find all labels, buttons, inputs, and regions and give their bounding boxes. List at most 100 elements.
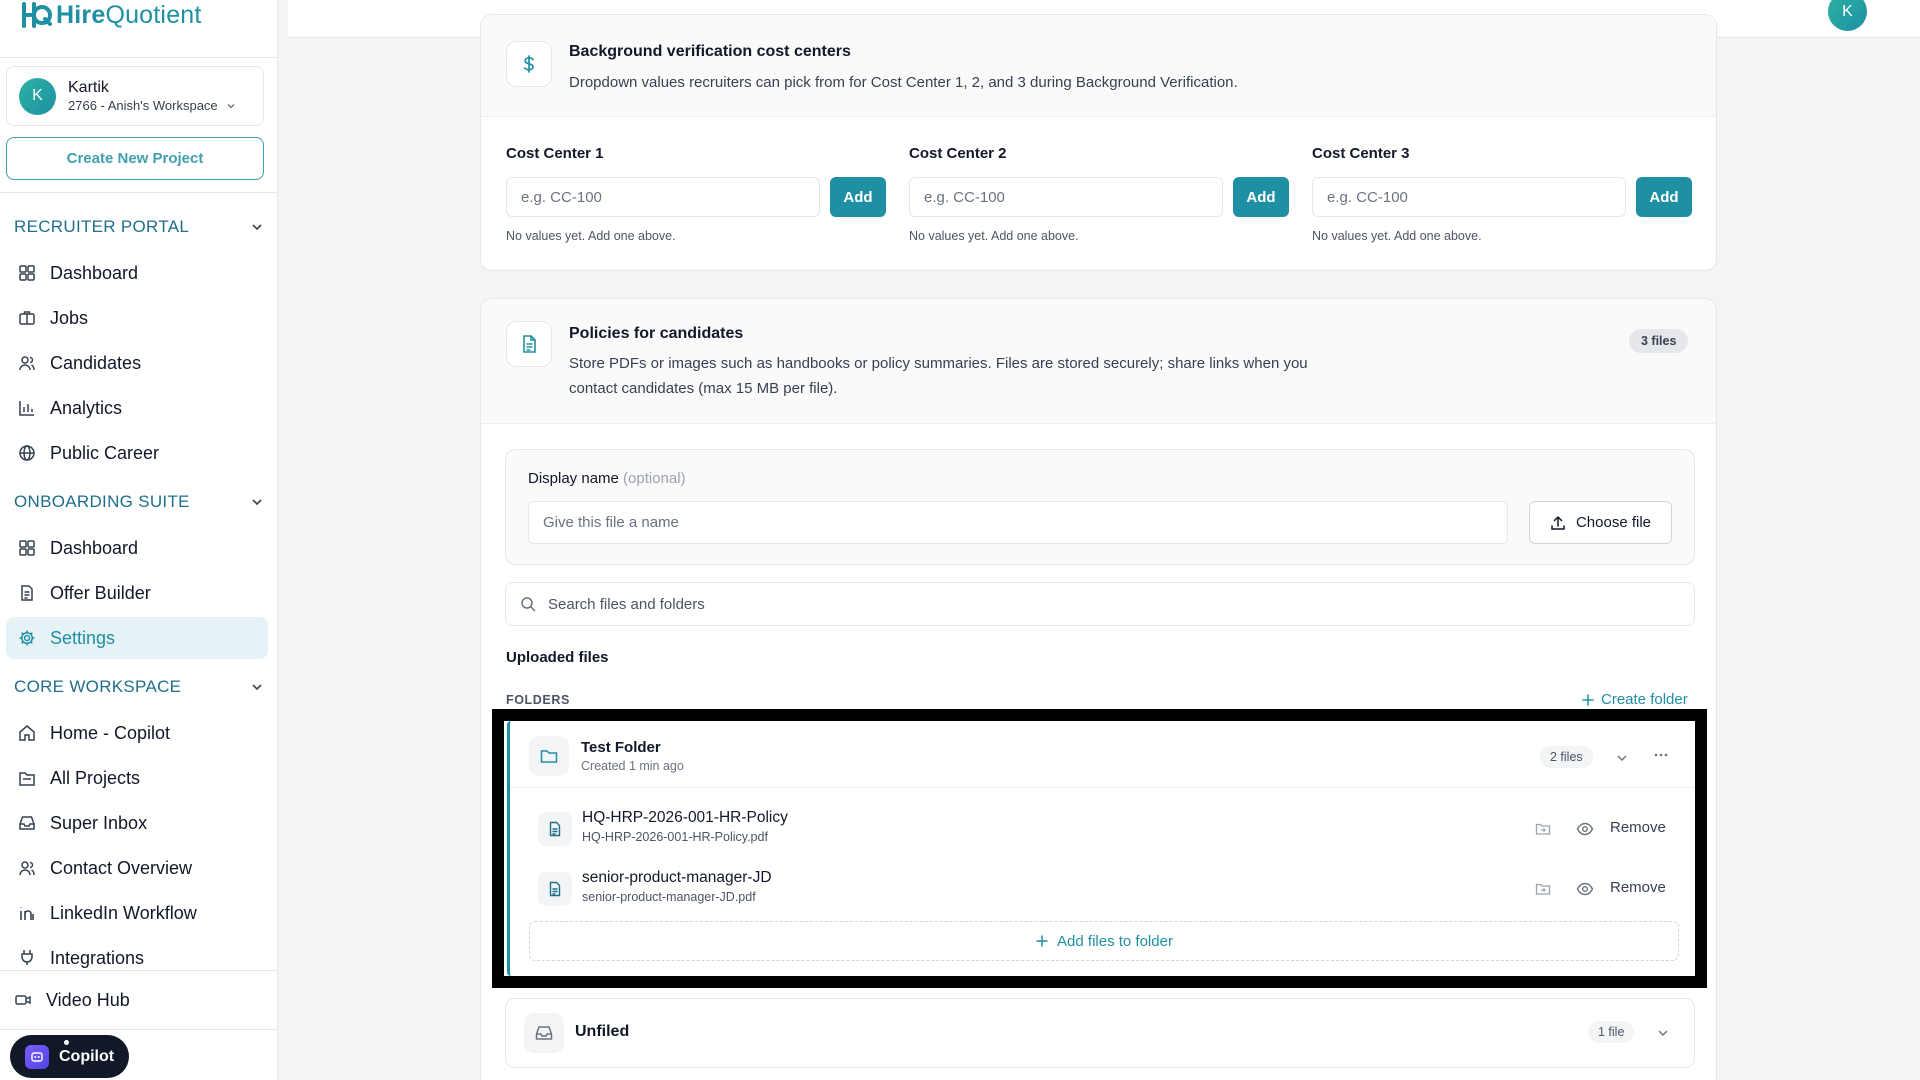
folders-heading: FOLDERS — [506, 693, 570, 707]
policies-description: Store PDFs or images such as handbooks o… — [569, 355, 1308, 397]
file-name: senior-product-manager-JD — [582, 869, 772, 886]
file-row[interactable]: senior-product-manager-JD senior-product… — [510, 863, 1698, 917]
cost-center-2-add-button[interactable]: Add — [1233, 177, 1289, 217]
search-input[interactable] — [548, 595, 1648, 613]
document-icon — [506, 321, 552, 367]
dollar-icon — [506, 41, 552, 87]
sidebar-item-recruiter-dashboard[interactable]: Dashboard — [6, 252, 268, 294]
section-core-workspace[interactable]: CORE WORKSPACE — [14, 677, 264, 697]
divider — [0, 192, 278, 193]
search-icon — [521, 597, 536, 612]
cost-center-3-label: Cost Center 3 — [1312, 145, 1410, 162]
sidebar-item-candidates[interactable]: Candidates — [6, 342, 268, 384]
sidebar-item-onboarding-dashboard[interactable]: Dashboard — [6, 527, 268, 569]
users-icon — [19, 356, 35, 371]
create-folder-link[interactable]: Create folder — [1581, 691, 1688, 708]
users-icon — [19, 861, 35, 876]
cost-centers-description: Dropdown values recruiters can pick from… — [569, 74, 1238, 91]
cost-center-1-label: Cost Center 1 — [506, 145, 604, 162]
sidebar-item-super-inbox[interactable]: Super Inbox — [6, 802, 268, 844]
choose-file-button[interactable]: Choose file — [1529, 501, 1672, 544]
divider — [0, 57, 278, 58]
move-to-folder-icon[interactable] — [1531, 877, 1555, 901]
divider — [510, 787, 1695, 788]
logo-text: HireQuotient — [56, 0, 202, 29]
file-row[interactable]: HQ-HRP-2026-001-HR-Policy HQ-HRP-2026-00… — [510, 803, 1698, 857]
remove-file-button[interactable]: Remove — [1610, 819, 1666, 836]
inbox-icon — [524, 1013, 564, 1053]
plus-icon — [1036, 935, 1048, 947]
uploaded-files-heading: Uploaded files — [506, 649, 609, 666]
dashboard-icon — [19, 265, 35, 281]
dashboard-icon — [19, 540, 35, 556]
files-count-badge: 3 files — [1629, 329, 1689, 353]
hirequotient-logo[interactable]: HireQuotient — [20, 0, 202, 30]
display-name-input[interactable] — [528, 501, 1508, 544]
logo-mark-icon — [22, 2, 52, 28]
folder-test-folder[interactable]: Test Folder Created 1 min ago 2 files HQ… — [507, 721, 1695, 976]
sidebar-item-jobs[interactable]: Jobs — [6, 297, 268, 339]
cost-center-1-input[interactable] — [506, 177, 820, 217]
chevron-down-icon — [252, 224, 262, 231]
cost-center-1-add-button[interactable]: Add — [830, 177, 886, 217]
plug-icon — [21, 950, 33, 965]
home-icon — [19, 725, 35, 741]
sidebar-item-video-hub[interactable]: Video Hub — [0, 970, 278, 1030]
eye-icon[interactable] — [1573, 877, 1597, 901]
cost-center-2-label: Cost Center 2 — [909, 145, 1007, 162]
linkedin-icon — [20, 907, 34, 920]
sidebar-item-integrations[interactable]: Integrations — [6, 937, 268, 971]
bar-chart-icon — [19, 401, 34, 416]
workspace-switcher[interactable]: K Kartik 2766 - Anish's Workspace — [6, 66, 264, 126]
briefcase-icon — [19, 311, 35, 325]
cost-center-2-empty-text: No values yet. Add one above. — [909, 229, 1079, 243]
video-icon — [15, 995, 31, 1005]
sidebar-item-settings[interactable]: Settings — [6, 617, 268, 659]
chevron-down-icon — [227, 104, 235, 109]
plus-icon — [1582, 693, 1594, 706]
cost-center-3-add-button[interactable]: Add — [1636, 177, 1692, 217]
chevron-down-icon[interactable] — [1610, 746, 1634, 770]
cost-centers-title: Background verification cost centers — [569, 43, 851, 60]
cost-center-3-input[interactable] — [1312, 177, 1626, 217]
cost-center-2-input[interactable] — [909, 177, 1223, 217]
chevron-down-icon — [252, 499, 262, 506]
cost-center-1-empty-text: No values yet. Add one above. — [506, 229, 676, 243]
sidebar-item-all-projects[interactable]: All Projects — [6, 757, 268, 799]
eye-icon[interactable] — [1573, 817, 1597, 841]
sidebar-item-linkedin-workflow[interactable]: LinkedIn Workflow — [6, 892, 268, 934]
more-options-icon[interactable] — [1649, 743, 1673, 767]
chevron-down-icon[interactable] — [1651, 1021, 1675, 1045]
file-filename: senior-product-manager-JD.pdf — [582, 890, 756, 904]
file-name: HQ-HRP-2026-001-HR-Policy — [582, 809, 788, 826]
avatar: K — [19, 77, 56, 115]
add-files-to-folder-button[interactable]: Add files to folder — [529, 921, 1679, 961]
search-files[interactable] — [505, 582, 1695, 626]
sidebar-item-analytics[interactable]: Analytics — [6, 387, 268, 429]
sidebar-item-public-career[interactable]: Public Career — [6, 432, 268, 474]
folder-name: Test Folder — [581, 739, 661, 756]
folder-icon — [19, 772, 35, 786]
remove-file-button[interactable]: Remove — [1610, 879, 1666, 896]
sidebar: HireQuotient K Kartik 2766 - Anish's Wor… — [0, 0, 278, 1080]
copilot-icon — [25, 1039, 69, 1069]
copilot-button[interactable]: Copilot — [10, 1035, 129, 1078]
inbox-icon — [19, 816, 35, 830]
move-to-folder-icon[interactable] — [1531, 817, 1555, 841]
file-filename: HQ-HRP-2026-001-HR-Policy.pdf — [582, 830, 768, 844]
file-icon — [538, 872, 572, 906]
sidebar-item-home-copilot[interactable]: Home - Copilot — [6, 712, 268, 754]
section-recruiter-portal[interactable]: RECRUITER PORTAL — [14, 217, 264, 237]
upload-icon — [1551, 515, 1565, 530]
sidebar-item-offer-builder[interactable]: Offer Builder — [6, 572, 268, 614]
create-new-project-button[interactable]: Create New Project — [6, 137, 264, 180]
policies-title: Policies for candidates — [569, 325, 744, 342]
globe-icon — [19, 445, 35, 461]
folder-files-badge: 2 files — [1540, 746, 1593, 768]
section-onboarding-suite[interactable]: ONBOARDING SUITE — [14, 492, 264, 512]
document-icon — [21, 585, 33, 601]
unfiled-name: Unfiled — [575, 1023, 630, 1040]
folder-unfiled[interactable]: Unfiled 1 file — [505, 998, 1695, 1068]
user-avatar[interactable]: K — [1828, 0, 1867, 31]
sidebar-item-contact-overview[interactable]: Contact Overview — [6, 847, 268, 889]
